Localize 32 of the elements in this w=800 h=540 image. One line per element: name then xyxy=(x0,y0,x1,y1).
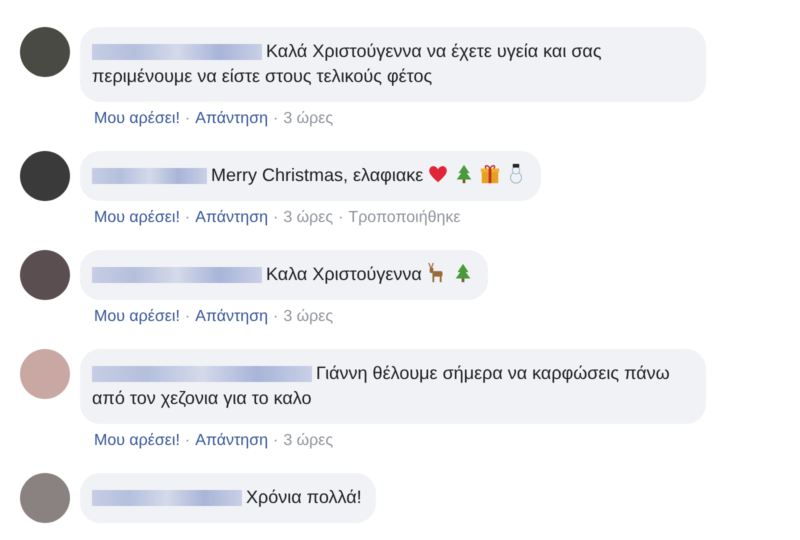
separator-dot: · xyxy=(338,208,344,228)
action-link[interactable]: Απάντηση xyxy=(195,431,268,451)
avatar[interactable] xyxy=(20,250,70,300)
action-link[interactable]: Μου αρέσει! xyxy=(94,431,180,451)
action-link[interactable]: Μου αρέσει! xyxy=(94,208,180,228)
separator-dot: · xyxy=(272,307,278,327)
action-link[interactable]: Απάντηση xyxy=(195,307,268,327)
comment-meta: 3 ώρες xyxy=(283,208,334,228)
comment-text: Καλα Χριστούγεννα xyxy=(266,264,422,284)
action-link[interactable]: Απάντηση xyxy=(195,109,268,129)
comment-meta: 3 ώρες xyxy=(283,109,334,129)
heart-icon xyxy=(427,163,450,185)
separator-dot: · xyxy=(184,431,190,451)
gift-icon xyxy=(479,163,502,185)
comment-meta: Τροποποιήθηκε xyxy=(348,208,461,228)
separator-dot: · xyxy=(272,208,278,228)
comment-meta: 3 ώρες xyxy=(283,431,334,451)
comment-text: Merry Christmas, ελαφιακε xyxy=(211,165,424,185)
separator-dot: · xyxy=(272,109,278,129)
avatar[interactable] xyxy=(20,27,70,77)
action-link[interactable]: Μου αρέσει! xyxy=(94,109,180,129)
separator-dot: · xyxy=(184,109,190,129)
action-link[interactable]: Απάντηση xyxy=(195,208,268,228)
separator-dot: · xyxy=(184,307,190,327)
comment-text: Γιάννη θέλουμε σήμερα να καρφώσεις πάνω από τον χεζονια για το καλο xyxy=(92,363,670,408)
avatar[interactable] xyxy=(20,151,70,201)
comment-text: Χρόνια πολλά! xyxy=(246,487,362,507)
separator-dot: · xyxy=(184,208,190,228)
separator-dot: · xyxy=(272,431,278,451)
comment-text: Καλά Χριστούγεννα να έχετε υγεία και σας περιμένουμε να είστε στους τελικούς φέτος xyxy=(92,41,602,86)
comment-meta: 3 ώρες xyxy=(283,307,334,327)
action-link[interactable]: Μου αρέσει! xyxy=(94,307,180,327)
